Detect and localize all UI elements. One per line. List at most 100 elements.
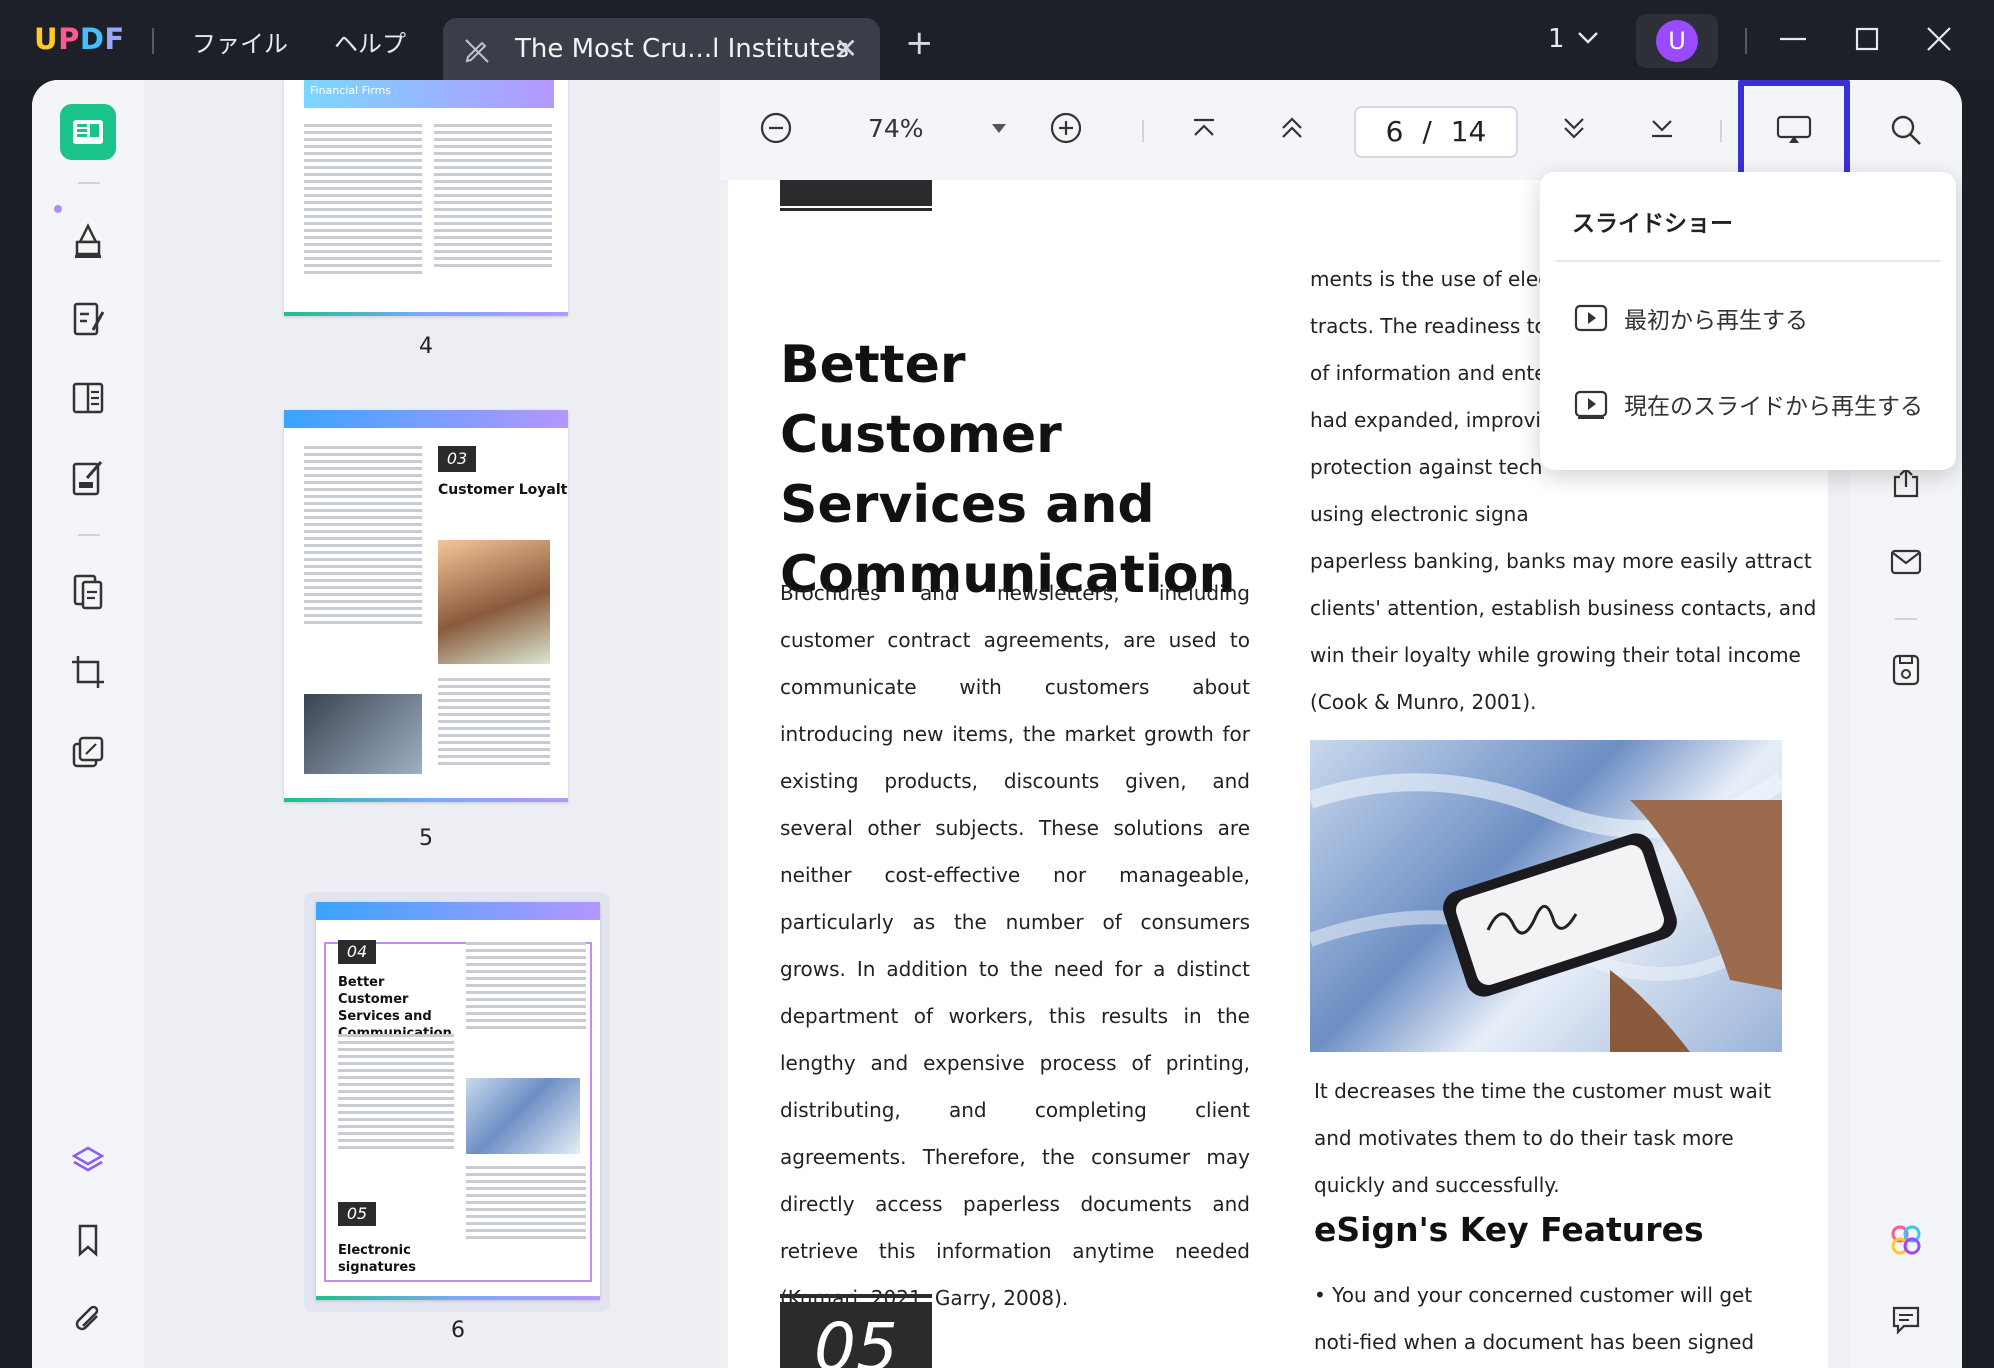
- page-layout-icon: [72, 382, 104, 414]
- thumb-footer-bar: [316, 1296, 600, 1300]
- double-chevron-down-icon: [1564, 118, 1584, 139]
- form-tool-button[interactable]: [60, 450, 116, 506]
- text-line: (Cook & Munro, 2001).: [1310, 690, 1537, 714]
- bullet-paragraph: • You and your concerned customer will g…: [1314, 1283, 1755, 1354]
- new-tab-button[interactable]: +: [905, 26, 934, 60]
- thumbnail-label: 5: [419, 826, 433, 851]
- thumb-image-laptop: [304, 694, 422, 774]
- title-divider: [152, 28, 154, 54]
- thumb-section-number-2: 05: [338, 1202, 376, 1226]
- phone-signing-illustration: [1310, 772, 1782, 1052]
- zoom-level[interactable]: 74%: [868, 114, 924, 143]
- slideshow-button[interactable]: [1738, 80, 1850, 180]
- thumb-text-col: [338, 1034, 454, 1153]
- left-tool-rail: [32, 80, 144, 1368]
- thumb-image-person: [438, 540, 550, 664]
- edit-tool-button[interactable]: [60, 292, 116, 348]
- ai-assistant-button[interactable]: [1884, 1218, 1928, 1262]
- rail-divider: [78, 182, 100, 184]
- tab-title: The Most Cru...l Institutes: [515, 34, 850, 64]
- thumbnail-page-5[interactable]: 03 Customer Loyalty: [284, 410, 568, 802]
- zoom-dropdown-icon[interactable]: [992, 124, 1006, 133]
- zoom-in-icon: [1050, 112, 1082, 144]
- crop-tool-button[interactable]: [60, 644, 116, 700]
- zoom-out-button[interactable]: [756, 108, 796, 148]
- menu-divider: [1556, 260, 1940, 262]
- thumb-section-number: 03: [438, 446, 476, 472]
- indicator-dot: [54, 205, 62, 213]
- bookmarks-button[interactable]: [60, 1212, 116, 1268]
- thumb-text-col: [466, 1166, 586, 1243]
- text-line: using electronic signa: [1310, 502, 1529, 526]
- page-tools-button[interactable]: [60, 724, 116, 780]
- menu-help[interactable]: ヘルプ: [334, 24, 406, 59]
- thumb-text-col: [434, 124, 552, 271]
- thumbnail-page-6[interactable]: 04 Better Customer Services and Communic…: [316, 902, 600, 1300]
- chevron-down-icon[interactable]: [1576, 28, 1600, 48]
- account-button[interactable]: U: [1636, 14, 1718, 68]
- section-rule: [780, 1294, 932, 1298]
- play-current-icon: [1574, 390, 1608, 419]
- section-number-box-04: [780, 180, 932, 206]
- save-button[interactable]: [1884, 648, 1928, 692]
- thumb-section-title-2: Electronic signatures: [338, 1243, 416, 1275]
- layers-button[interactable]: [60, 1132, 116, 1188]
- crop-icon: [72, 656, 104, 688]
- thumb-text-col: [466, 942, 586, 1033]
- page-separator: /: [1422, 115, 1432, 148]
- comments-button[interactable]: [1884, 1298, 1928, 1342]
- page-number-field[interactable]: 6 / 14: [1354, 106, 1518, 158]
- document-tab[interactable]: The Most Cru...l Institutes ✕: [443, 18, 880, 80]
- play-from-start-item[interactable]: 最初から再生する: [1574, 298, 1808, 338]
- comment-icon: [1892, 1306, 1920, 1335]
- organize-tool-button[interactable]: [60, 370, 116, 426]
- search-icon: [1891, 115, 1921, 145]
- thumb-text-col: [304, 124, 422, 278]
- convert-icon: [73, 574, 103, 610]
- current-page: 6: [1385, 115, 1404, 148]
- thumb-text-col: [438, 678, 550, 769]
- view-toolbar: 74% 6 / 14: [720, 80, 1880, 180]
- attachments-button[interactable]: [60, 1292, 116, 1348]
- close-tab-button[interactable]: ✕: [835, 32, 858, 65]
- rail-divider: [78, 534, 100, 536]
- mail-icon: [1890, 549, 1922, 575]
- section-number-box: 05: [780, 1302, 932, 1368]
- next-page-button[interactable]: [1554, 108, 1594, 148]
- menu-file[interactable]: ファイル: [192, 24, 288, 59]
- first-page-button[interactable]: [1184, 108, 1224, 148]
- thumb-header-bar: [284, 410, 568, 428]
- play-from-current-item[interactable]: 現在のスライドから再生する: [1574, 384, 1923, 424]
- close-window-icon[interactable]: [1922, 22, 1956, 56]
- zoom-out-icon: [760, 112, 792, 144]
- thumb-section-title: Better Customer Services and Communicati…: [338, 975, 452, 1041]
- minimize-icon[interactable]: [1776, 22, 1810, 56]
- thumb-banner-text: Financial Firms: [310, 84, 392, 97]
- ai-assistant-icon: [1891, 1225, 1921, 1255]
- no-edit-icon: [465, 39, 489, 63]
- thumbnail-page-4[interactable]: Financial Firms: [284, 80, 568, 316]
- convert-tool-button[interactable]: [60, 564, 116, 620]
- thumb-header-bar: [316, 902, 600, 920]
- maximize-icon[interactable]: [1850, 22, 1884, 56]
- double-chevron-up-icon: [1282, 117, 1302, 138]
- thumbnail-label: 4: [419, 334, 433, 359]
- search-button[interactable]: [1884, 108, 1928, 152]
- title-bar: UPDF ファイル ヘルプ The Most Cru...l Institute…: [0, 0, 1994, 80]
- copy-pages-icon: [72, 736, 104, 768]
- reader-mode-button[interactable]: [60, 104, 116, 160]
- toolbar-divider: [1142, 120, 1144, 142]
- previous-page-button[interactable]: [1272, 108, 1312, 148]
- slideshow-icon: [1776, 115, 1812, 143]
- highlighter-icon: [75, 223, 101, 258]
- zoom-in-button[interactable]: [1046, 108, 1086, 148]
- email-button[interactable]: [1884, 540, 1928, 584]
- comment-tool-button[interactable]: [60, 212, 116, 268]
- play-from-current-label: 現在のスライドから再生する: [1624, 394, 1923, 420]
- thumb-text-col: [304, 446, 422, 628]
- slideshow-menu-title: スライドショー: [1572, 211, 1733, 237]
- last-page-button[interactable]: [1642, 108, 1682, 148]
- thumb-section-title: Customer Loyalty: [438, 482, 568, 498]
- window-count: 1: [1548, 24, 1565, 54]
- save-icon: [1892, 654, 1920, 686]
